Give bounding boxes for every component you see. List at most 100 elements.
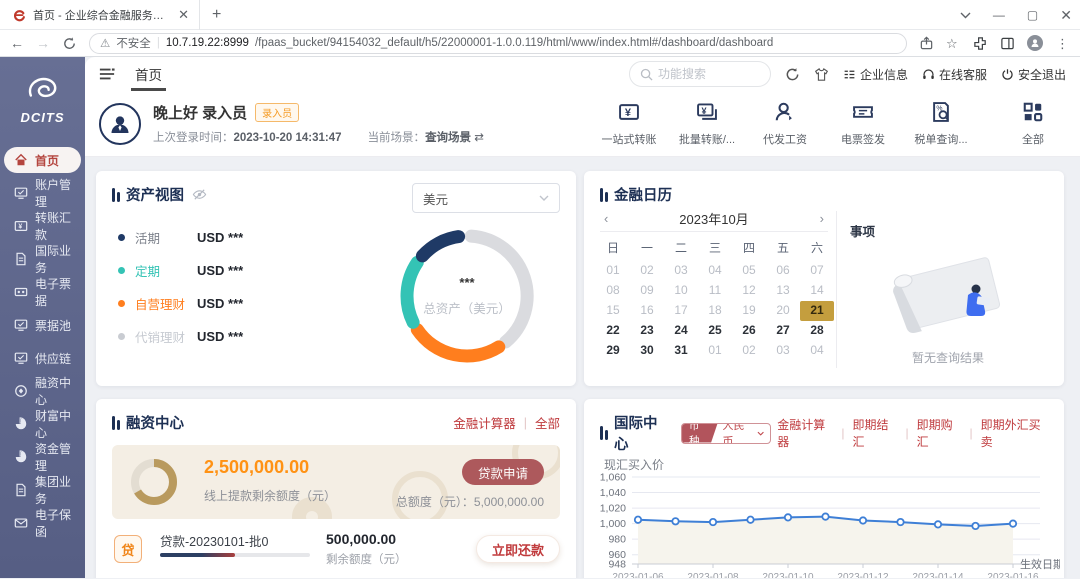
sidebar-item-电子票据[interactable]: 电子票据 [4,279,81,305]
quick-action-全部[interactable]: 全部 [1004,101,1062,147]
calendar-day-02[interactable]: 02 [630,261,664,281]
quick-action-电票签发[interactable]: 电票签发 [834,101,892,147]
link-全部[interactable]: 全部 [535,413,560,432]
calendar-day-25[interactable]: 25 [698,321,732,341]
total-quota-label: 总额度（元）：5,000,000.00 [396,493,544,510]
currency-dropdown[interactable]: 美元 [412,183,560,213]
topbar-link-企业信息[interactable]: 企业信息 [843,66,908,83]
sidebar-item-供应链[interactable]: 供应链 [4,345,81,371]
repay-now-button[interactable]: 立即还款 [476,535,560,563]
calendar-day-07[interactable]: 07 [800,261,834,281]
calendar-prev-icon[interactable]: ‹ [600,211,612,226]
quick-action-一站式转账[interactable]: ¥一站式转账 [600,101,658,147]
warning-icon[interactable]: ⚠ [100,36,110,50]
sidebar-item-首页[interactable]: 首页 [4,147,81,173]
currency-type-dropdown[interactable]: 币种 人民币 [681,423,771,444]
sidebar-item-票据池[interactable]: 票据池 [4,312,81,338]
sidebar-item-账户管理[interactable]: 账户管理 [4,180,81,206]
calendar-day-11[interactable]: 11 [698,281,732,301]
calendar-day-04[interactable]: 04 [698,261,732,281]
sidebar-item-转账汇款[interactable]: ¥转账汇款 [4,213,81,239]
theme-skin-icon[interactable] [814,67,829,82]
collapse-menu-icon[interactable] [99,67,115,81]
function-search[interactable] [629,61,771,87]
sidebar-item-财富中心[interactable]: 财富中心 [4,411,81,437]
side-panel-icon[interactable] [1000,36,1015,51]
calendar-day-24[interactable]: 24 [664,321,698,341]
calendar-day-26[interactable]: 26 [732,321,766,341]
calendar-day-21[interactable]: 21 [800,301,834,321]
user-avatar[interactable] [99,103,141,145]
calendar-day-31[interactable]: 31 [664,341,698,361]
calendar-day-02[interactable]: 02 [732,341,766,361]
calendar-day-01[interactable]: 01 [698,341,732,361]
sidebar-item-资金管理[interactable]: 资金管理 [4,444,81,470]
tab-home[interactable]: 首页 [131,57,166,91]
calendar-day-15[interactable]: 15 [596,301,630,321]
topbar-link-在线客服[interactable]: 在线客服 [922,66,987,83]
browser-menu-icon[interactable]: ⋮ [1055,36,1070,51]
calendar-next-icon[interactable]: › [816,211,828,226]
quick-action-税单查询...[interactable]: %税单查询... [912,101,970,147]
topbar-link-label: 在线客服 [939,66,987,83]
topbar-link-安全退出[interactable]: 安全退出 [1001,66,1066,83]
calendar-day-12[interactable]: 12 [732,281,766,301]
scene-switch-icon[interactable]: ⇄ [474,132,484,144]
share-icon[interactable] [919,36,934,51]
calendar-day-14[interactable]: 14 [800,281,834,301]
calendar-day-23[interactable]: 23 [630,321,664,341]
sidebar-item-融资中心[interactable]: 融资中心 [4,378,81,404]
calendar-day-17[interactable]: 17 [664,301,698,321]
refresh-icon[interactable] [785,67,800,82]
url-field[interactable]: ⚠ 不安全 | 10.7.19.22:8999/fpaas_bucket/941… [89,33,907,54]
calendar-day-19[interactable]: 19 [732,301,766,321]
sidebar-item-电子保函[interactable]: 电子保函 [4,510,81,536]
calendar-day-13[interactable]: 13 [766,281,800,301]
calendar-day-18[interactable]: 18 [698,301,732,321]
calendar-day-16[interactable]: 16 [630,301,664,321]
sidebar-item-国际业务[interactable]: 国际业务 [4,246,81,272]
calendar-day-06[interactable]: 06 [766,261,800,281]
calendar-day-03[interactable]: 03 [664,261,698,281]
extensions-puzzle-icon[interactable] [973,36,988,51]
calendar-day-28[interactable]: 28 [800,321,834,341]
quick-action-批量转账/...[interactable]: ¥批量转账/... [678,101,736,147]
calendar-day-04[interactable]: 04 [800,341,834,361]
calendar-day-01[interactable]: 01 [596,261,630,281]
reload-button[interactable] [62,36,77,51]
forward-button[interactable]: → [36,35,50,51]
link-金融计算器[interactable]: 金融计算器 [453,413,516,432]
quick-action-代发工资[interactable]: 代发工资 [756,101,814,147]
eye-off-icon[interactable] [192,187,207,202]
link-即期结汇[interactable]: 即期结汇 [853,416,898,450]
browser-tab[interactable]: 首页 - 企业综合金融服务平台 ✕ [0,0,200,30]
calendar-day-08[interactable]: 08 [596,281,630,301]
new-tab-button[interactable]: + [212,6,221,24]
calendar-day-29[interactable]: 29 [596,341,630,361]
window-maximize-button[interactable]: ▢ [1027,8,1038,22]
calendar-day-05[interactable]: 05 [732,261,766,281]
link-金融计算器[interactable]: 金融计算器 [777,416,833,450]
window-minimize-button[interactable]: — [993,8,1005,22]
loan-apply-button[interactable]: 贷款申请 [462,459,544,485]
browser-profile-avatar[interactable] [1027,35,1043,51]
link-即期购汇[interactable]: 即期购汇 [917,416,962,450]
calendar-day-20[interactable]: 20 [766,301,800,321]
financing-banner: 2,500,000.00 线上提款剩余额度（元） 贷款申请 总额度（元）：5,0… [112,445,560,519]
calendar-day-27[interactable]: 27 [766,321,800,341]
bookmark-star-icon[interactable]: ☆ [946,36,961,51]
sidebar-item-集团业务[interactable]: 集团业务 [4,477,81,503]
calendar-day-03[interactable]: 03 [766,341,800,361]
calendar-day-09[interactable]: 09 [630,281,664,301]
calendar-day-10[interactable]: 10 [664,281,698,301]
back-button[interactable]: ← [10,35,24,51]
window-close-button[interactable]: ✕ [1060,7,1072,24]
calendar-day-22[interactable]: 22 [596,321,630,341]
link-即期外汇买卖[interactable]: 即期外汇买卖 [981,416,1048,450]
search-input[interactable] [658,67,758,81]
asset-view-title: 资产视图 [126,184,184,205]
data-point [935,521,941,527]
window-dropdown-icon[interactable] [960,8,971,22]
tab-close-icon[interactable]: ✕ [176,7,191,23]
calendar-day-30[interactable]: 30 [630,341,664,361]
